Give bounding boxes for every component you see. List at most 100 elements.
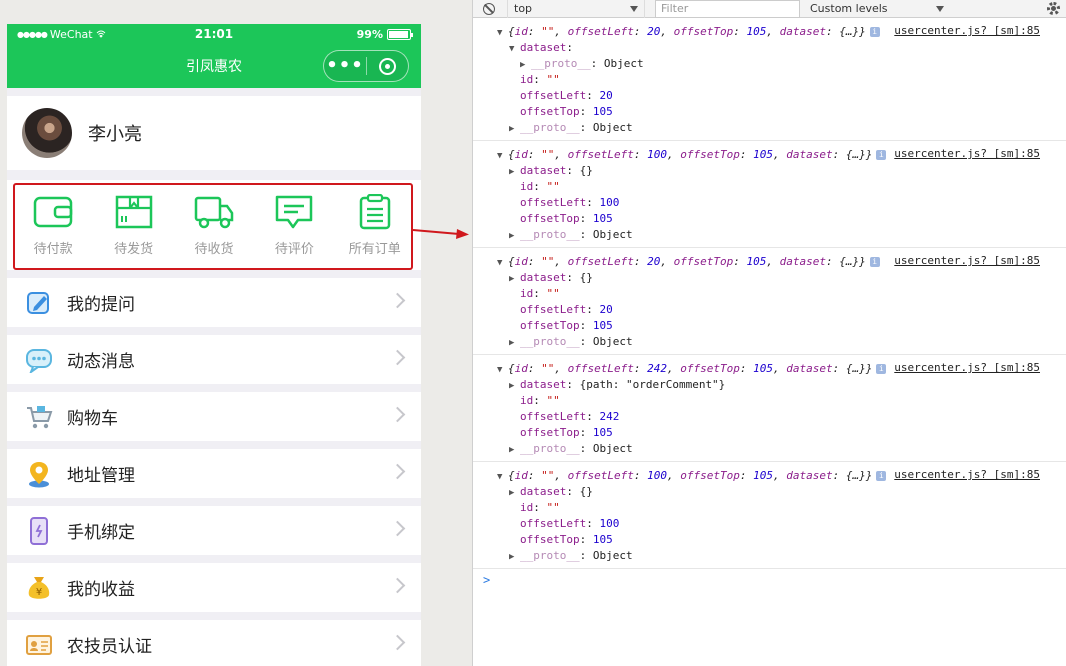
id-card-icon <box>25 631 53 659</box>
order-pending-payment[interactable]: 待付款 <box>14 194 92 257</box>
clear-console-icon[interactable] <box>483 2 495 15</box>
console-prompt[interactable]: > <box>473 573 1066 587</box>
summary-value: "" <box>541 25 555 38</box>
proto-row[interactable]: ▶ __proto__: Object <box>497 227 1066 243</box>
collapse-triangle-icon[interactable]: ▼ <box>509 41 520 57</box>
object-summary[interactable]: ▼ {id: "", offsetLeft: 20, offsetTop: 105… <box>497 254 1066 270</box>
order-label: 待收货 <box>194 241 234 257</box>
property-key: __proto__ <box>520 335 580 348</box>
summary-key: offsetLeft <box>567 469 634 482</box>
dataset-row[interactable]: ▼ dataset: <box>497 40 1066 56</box>
object-summary[interactable]: ▼ {id: "", offsetLeft: 242, offsetTop: 10… <box>497 361 1066 377</box>
profile-card[interactable]: 李小亮 <box>7 96 421 170</box>
info-badge-icon[interactable]: i <box>876 364 887 374</box>
property-row: offsetTop: 105 <box>520 426 613 439</box>
chevron-right-icon <box>389 349 406 366</box>
property-key: offsetLeft <box>520 89 587 102</box>
property-value: {} <box>579 271 593 284</box>
close-miniprogram-button[interactable] <box>367 57 408 75</box>
expand-triangle-icon[interactable]: ▶ <box>509 378 520 394</box>
summary-key: offsetLeft <box>567 362 634 375</box>
expand-triangle-icon[interactable]: ▶ <box>509 164 520 180</box>
order-pending-review[interactable]: 待评价 <box>255 194 333 257</box>
menu-label: 动态消息 <box>67 352 135 372</box>
menu-item-agri-certification[interactable]: 农技员认证 <box>7 620 421 666</box>
collapse-triangle-icon[interactable]: ▼ <box>497 25 508 41</box>
summary-value: 100 <box>647 148 667 161</box>
summary-value: 105 <box>753 362 773 375</box>
order-all[interactable]: 所有订单 <box>336 193 414 257</box>
summary-key: id <box>514 469 528 482</box>
summary-key: dataset <box>779 25 826 38</box>
object-summary[interactable]: ▼ {id: "", offsetLeft: 100, offsetTop: 10… <box>497 147 1066 163</box>
page-title: 引凤惠农 <box>186 59 242 75</box>
menu-item-messages[interactable]: 动态消息 <box>7 335 421 384</box>
property-value: "" <box>546 287 560 300</box>
object-summary[interactable]: ▼ {id: "", offsetLeft: 20, offsetTop: 105… <box>497 24 1066 40</box>
property-key: offsetLeft <box>520 196 587 209</box>
console-log-entry: usercenter.js? [sm]:85 ▼ {id: "", offsetLe… <box>473 18 1066 141</box>
console-log-entry: usercenter.js? [sm]:85 ▼ {id: "", offsetLe… <box>473 141 1066 248</box>
info-badge-icon[interactable]: i <box>876 150 887 160</box>
expand-triangle-icon[interactable]: ▶ <box>520 57 531 73</box>
object-summary[interactable]: ▼ {id: "", offsetLeft: 100, offsetTop: 10… <box>497 468 1066 484</box>
info-badge-icon[interactable]: i <box>869 257 880 267</box>
expand-triangle-icon[interactable]: ▶ <box>509 549 520 565</box>
expand-triangle-icon[interactable]: ▶ <box>509 271 520 287</box>
summary-value: {…} <box>845 362 866 375</box>
property-value: 100 <box>599 196 620 209</box>
dataset-row[interactable]: ▶ dataset: {} <box>497 484 1066 500</box>
order-pending-shipment[interactable]: 待发货 <box>95 194 173 257</box>
expand-triangle-icon[interactable]: ▶ <box>509 335 520 351</box>
collapse-triangle-icon[interactable]: ▼ <box>497 362 508 378</box>
dataset-row[interactable]: ▶ dataset: {} <box>497 270 1066 286</box>
info-badge-icon[interactable]: i <box>876 471 887 481</box>
dataset-row[interactable]: ▶ dataset: {} <box>497 163 1066 179</box>
expand-triangle-icon[interactable]: ▶ <box>509 485 520 501</box>
filter-input[interactable]: Filter <box>655 0 800 18</box>
summary-key: dataset <box>779 255 826 268</box>
menu-item-earnings[interactable]: ¥ 我的收益 <box>7 563 421 612</box>
nav-bar: 引凤惠农 ••• <box>7 44 421 88</box>
expand-triangle-icon[interactable]: ▶ <box>509 121 520 137</box>
gear-icon[interactable] <box>1047 2 1060 15</box>
avatar[interactable] <box>22 108 72 158</box>
summary-key: offsetTop <box>680 469 740 482</box>
order-pending-receipt[interactable]: 待收货 <box>175 194 253 257</box>
proto-row[interactable]: ▶ __proto__: Object <box>497 334 1066 350</box>
menu-item-phone-binding[interactable]: 手机绑定 <box>7 506 421 555</box>
property-key: offsetTop <box>520 212 580 225</box>
log-levels-dropdown[interactable]: Custom levels <box>810 2 944 15</box>
context-selector[interactable]: top <box>507 0 645 18</box>
collapse-triangle-icon[interactable]: ▼ <box>497 469 508 485</box>
property-value: Object <box>592 121 633 134</box>
chevron-right-icon <box>389 292 406 309</box>
summary-key: id <box>514 255 528 268</box>
proto-row[interactable]: ▶ __proto__: Object <box>497 441 1066 457</box>
property-value: 105 <box>592 319 613 332</box>
menu-item-my-questions[interactable]: 我的提问 <box>7 278 421 327</box>
order-list-icon <box>359 193 390 229</box>
property-value: "" <box>546 501 560 514</box>
proto-row[interactable]: ▶ __proto__: Object <box>497 548 1066 564</box>
summary-value: 105 <box>746 25 767 38</box>
summary-value: "" <box>541 469 555 482</box>
proto-row[interactable]: ▶ __proto__: Object <box>497 120 1066 136</box>
menu-item-cart[interactable]: 购物车 <box>7 392 421 441</box>
expand-triangle-icon[interactable]: ▶ <box>509 442 520 458</box>
property-value: "" <box>546 180 560 193</box>
battery-percent: 99% <box>356 27 383 41</box>
dataset-row[interactable]: ▶ dataset: {path: "orderComment"} <box>497 377 1066 393</box>
summary-value: "" <box>541 362 555 375</box>
summary-key: dataset <box>786 362 833 375</box>
info-badge-icon[interactable]: i <box>869 27 880 37</box>
property-value: Object <box>592 335 633 348</box>
collapse-triangle-icon[interactable]: ▼ <box>497 148 508 164</box>
collapse-triangle-icon[interactable]: ▼ <box>497 255 508 271</box>
expand-triangle-icon[interactable]: ▶ <box>509 228 520 244</box>
comment-icon <box>276 195 313 228</box>
proto-row[interactable]: ▶ __proto__: Object <box>497 56 1066 72</box>
property-row: offsetTop: 105 <box>520 533 613 546</box>
more-menu-button[interactable]: ••• <box>324 57 366 75</box>
menu-item-address[interactable]: 地址管理 <box>7 449 421 498</box>
